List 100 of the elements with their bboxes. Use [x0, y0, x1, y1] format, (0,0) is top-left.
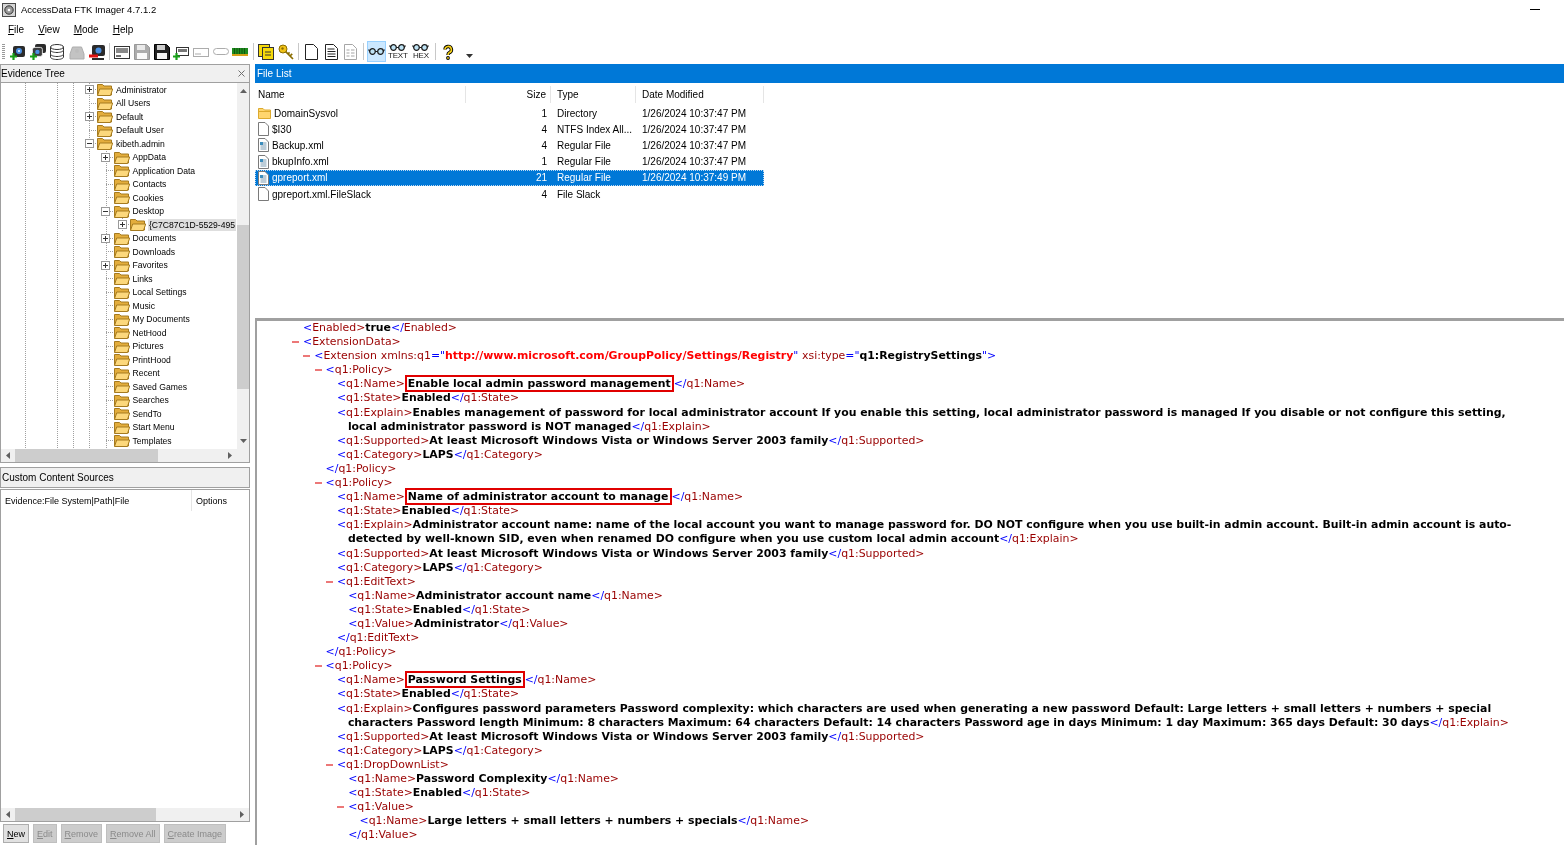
- menu-item[interactable]: Help: [105, 22, 141, 37]
- tree-item[interactable]: Saved Games: [131, 380, 188, 393]
- chevron-down-icon[interactable]: [239, 439, 247, 443]
- tree-item[interactable]: Documents: [131, 232, 177, 245]
- minus-icon[interactable]: [314, 482, 322, 485]
- caret-icon[interactable]: [466, 53, 474, 58]
- action-button[interactable]: New: [3, 824, 29, 843]
- file-row[interactable]: gpreport.xml.FileSlack 4 File Slack: [255, 185, 764, 203]
- folder-icon: [97, 83, 113, 97]
- xml-text: LAPS: [422, 743, 454, 757]
- close-icon[interactable]: [238, 70, 245, 77]
- menu-item[interactable]: Mode: [66, 22, 106, 37]
- tree-item[interactable]: Default User: [115, 124, 165, 137]
- minus-icon[interactable]: [314, 665, 322, 668]
- scrollbar-thumb[interactable]: [237, 225, 249, 389]
- tree-item[interactable]: PrintHood: [131, 353, 172, 366]
- minus-icon[interactable]: [325, 763, 333, 766]
- scrollbar-thumb[interactable]: [15, 449, 158, 462]
- minus-box-icon[interactable]: [101, 206, 110, 216]
- tree-item[interactable]: Local Settings: [131, 286, 188, 299]
- tree-item[interactable]: AppData: [131, 151, 167, 164]
- tree-item[interactable]: kibeth.admin: [115, 137, 166, 150]
- chevron-up-icon[interactable]: [239, 89, 247, 93]
- file-row[interactable]: bkupInfo.xml 1 Regular File 1/26/2024 10:37:47 PM: [255, 153, 764, 170]
- column-header[interactable]: Name: [255, 86, 466, 103]
- tree-item[interactable]: All Users: [115, 97, 152, 110]
- floppy-icon: [153, 43, 170, 60]
- xml-line: <q1:Explain>Enables management of password for local administrator account If you enable this setting, local administrator password is managed If you disable or not configure this setting, local administrator password is NOT managed</q1:Explain>: [336, 405, 1507, 434]
- minus-icon[interactable]: [325, 580, 333, 583]
- file-row[interactable]: DomainSysvol 1 Directory 1/26/2024 10:37:47 PM: [255, 105, 764, 122]
- tree-item[interactable]: SendTo: [131, 407, 163, 420]
- plus-box-icon[interactable]: [84, 85, 94, 95]
- file-row[interactable]: Backup.xml 4 Regular File 1/26/2024 10:37:47 PM: [255, 137, 764, 154]
- tree-item[interactable]: Contacts: [131, 178, 168, 191]
- plus-box-icon[interactable]: [84, 112, 94, 122]
- column-header[interactable]: Date Modified: [636, 86, 764, 103]
- tree-item[interactable]: Recent: [131, 367, 161, 380]
- tree-item[interactable]: Templates: [131, 434, 173, 447]
- disk-plus-icon: [9, 43, 26, 60]
- folder-icon: [113, 272, 130, 286]
- vertical-scrollbar[interactable]: [237, 83, 249, 449]
- tree-item[interactable]: Desktop: [131, 205, 166, 218]
- plus-box-icon[interactable]: [101, 233, 110, 243]
- toolbar-button[interactable]: [151, 41, 172, 62]
- tree-item[interactable]: NetHood: [131, 326, 168, 339]
- tree-item[interactable]: Pictures: [131, 340, 165, 353]
- toolbar-button[interactable]: [366, 41, 387, 62]
- toolbar-button[interactable]: [256, 41, 276, 62]
- horizontal-scrollbar[interactable]: [1, 808, 249, 821]
- minus-icon[interactable]: [337, 806, 345, 809]
- plus-box-icon[interactable]: [101, 260, 110, 270]
- menu-item[interactable]: File: [1, 22, 32, 37]
- tree-item[interactable]: {C7C87C1D-5529-495: [148, 218, 236, 231]
- tree-item[interactable]: Cookies: [131, 191, 165, 204]
- tree-item[interactable]: Default: [115, 110, 145, 123]
- tree-item[interactable]: Links: [131, 272, 154, 285]
- chevron-left-icon[interactable]: [6, 452, 10, 459]
- folder-icon: [113, 191, 130, 205]
- chevron-right-icon[interactable]: [228, 452, 232, 459]
- horizontal-scrollbar[interactable]: [1, 449, 237, 462]
- tree-item[interactable]: Start Menu: [131, 421, 176, 434]
- panel-title: Custom Content Sources: [2, 472, 114, 483]
- xml-tag: <Enabled>: [303, 321, 366, 336]
- table-cell: gpreport.xml: [272, 172, 328, 184]
- scrollbar-thumb[interactable]: [15, 808, 156, 821]
- toolbar-button[interactable]: [27, 41, 48, 62]
- column-header[interactable]: Options: [192, 490, 249, 511]
- chevron-left-icon[interactable]: [6, 811, 10, 818]
- tree-item[interactable]: Application Data: [131, 164, 197, 177]
- tree-item[interactable]: Administrator: [115, 83, 168, 96]
- tree-item[interactable]: Downloads: [131, 245, 176, 258]
- column-header[interactable]: Evidence:File System|Path|File: [1, 490, 192, 511]
- xml-tag: <q1:Value>: [348, 616, 414, 632]
- folder-icon: [97, 137, 113, 151]
- file-row[interactable]: gpreport.xml 21 Regular File 1/26/2024 10:37:49 PM: [255, 169, 764, 186]
- column-header[interactable]: Type: [551, 86, 636, 103]
- minus-icon[interactable]: [314, 369, 322, 372]
- tree-item[interactable]: Searches: [131, 394, 170, 407]
- xml-tag: </q1:State>: [462, 786, 531, 801]
- file-row[interactable]: $I30 4 NTFS Index All... 1/26/2024 10:37:47 PM: [255, 121, 764, 138]
- folder-icon: [113, 434, 130, 448]
- table-cell: DomainSysvol: [274, 107, 338, 119]
- chevron-right-icon[interactable]: [240, 811, 244, 818]
- column-header[interactable]: Size: [466, 86, 551, 103]
- toolbar-button[interactable]: HEX: [409, 41, 433, 62]
- folder-icon: [113, 393, 130, 407]
- plus-box-icon[interactable]: [101, 152, 110, 162]
- minus-icon[interactable]: [292, 341, 299, 344]
- glasses-icon: [368, 48, 386, 55]
- grip-handle[interactable]: [2, 43, 5, 60]
- minus-icon[interactable]: [303, 355, 311, 358]
- table-cell: 1/26/2024 10:37:47 PM: [642, 107, 746, 119]
- plus-box-icon[interactable]: [117, 220, 127, 230]
- menu-item[interactable]: View: [31, 22, 67, 37]
- tree-item[interactable]: Music: [131, 299, 156, 312]
- toolbar-button[interactable]: TEXT: [386, 41, 410, 62]
- tree-item[interactable]: Favorites: [131, 259, 169, 272]
- tree-item[interactable]: My Documents: [131, 313, 191, 326]
- minus-box-icon[interactable]: [84, 139, 94, 149]
- xml-line: <q1:Explain>Configures password parameters Password complexity: which characters are used when generating a new password Default: Large letters + small letters + numbers + special characters Password length Minimum: 8 characters Maximum: 64 characters Default: 14 characters Password age in days Minimum: 1 day Maximum: 365 days Default: 30 days</q1:Explain>: [336, 701, 1510, 730]
